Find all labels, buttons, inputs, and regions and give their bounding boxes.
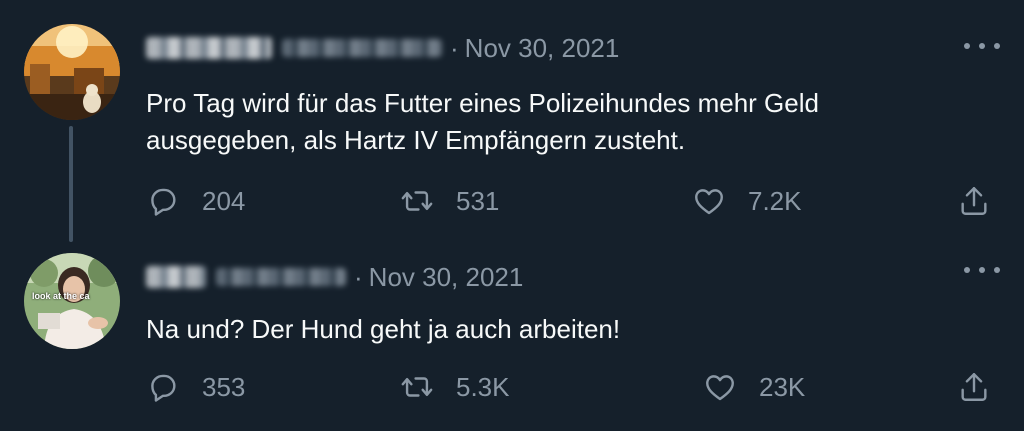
- retweet-icon: [401, 191, 433, 211]
- avatar-caption: look at the ca: [32, 291, 90, 301]
- author-name-redacted[interactable]: [146, 266, 206, 288]
- reply-count: 204: [202, 185, 246, 216]
- more-icon[interactable]: [964, 36, 1000, 56]
- reply-count: 353: [202, 371, 246, 402]
- author-name-redacted[interactable]: [146, 37, 272, 59]
- tweet-text-line: Pro Tag wird für das Futter eines Polize…: [146, 88, 819, 118]
- retweet-button[interactable]: 531: [400, 184, 499, 218]
- retweet-count: 531: [456, 185, 500, 216]
- tweet-text: Na und? Der Hund geht ja auch arbeiten!: [146, 311, 976, 348]
- separator-dot: ·: [354, 261, 363, 292]
- tweet-2[interactable]: look at the ca · Nov 30, 2021 Na und? De…: [0, 250, 1024, 431]
- like-count: 23K: [759, 371, 806, 402]
- like-icon: [706, 375, 734, 401]
- author-handle-redacted[interactable]: [216, 268, 346, 286]
- reply-icon: [151, 188, 176, 216]
- share-icon: [961, 187, 987, 215]
- share-button[interactable]: [957, 184, 1013, 218]
- tweet-text-line: Na und? Der Hund geht ja auch arbeiten!: [146, 314, 621, 344]
- like-button[interactable]: 23K: [703, 370, 805, 404]
- like-button[interactable]: 7.2K: [692, 184, 802, 218]
- like-count: 7.2K: [748, 185, 802, 216]
- retweet-button[interactable]: 5.3K: [400, 370, 510, 404]
- author-handle-redacted[interactable]: [282, 39, 442, 57]
- avatar[interactable]: [24, 24, 120, 120]
- tweet-text: Pro Tag wird für das Futter eines Polize…: [146, 85, 976, 159]
- retweet-icon: [401, 377, 433, 397]
- tweet-1[interactable]: · Nov 30, 2021 Pro Tag wird für das Futt…: [0, 0, 1024, 250]
- separator-dot: ·: [450, 32, 459, 63]
- tweet-date[interactable]: Nov 30, 2021: [369, 262, 524, 293]
- more-icon[interactable]: [964, 260, 1000, 280]
- like-icon: [695, 189, 723, 215]
- tweet-date[interactable]: Nov 30, 2021: [465, 33, 620, 64]
- tweet-header: · Nov 30, 2021: [146, 30, 619, 66]
- avatar[interactable]: look at the ca: [24, 253, 120, 349]
- reply-icon: [151, 374, 176, 402]
- reply-button[interactable]: 353: [146, 370, 245, 404]
- action-bar: 353 5.3K 23K: [0, 370, 1024, 410]
- share-icon: [961, 373, 987, 401]
- tweet-header: · Nov 30, 2021: [146, 259, 523, 295]
- retweet-count: 5.3K: [456, 371, 510, 402]
- share-button[interactable]: [957, 370, 1013, 404]
- reply-button[interactable]: 204: [146, 184, 245, 218]
- tweet-text-line: ausgegeben, als Hartz IV Empfängern zust…: [146, 125, 686, 155]
- action-bar: 204 531 7.2K: [0, 184, 1024, 224]
